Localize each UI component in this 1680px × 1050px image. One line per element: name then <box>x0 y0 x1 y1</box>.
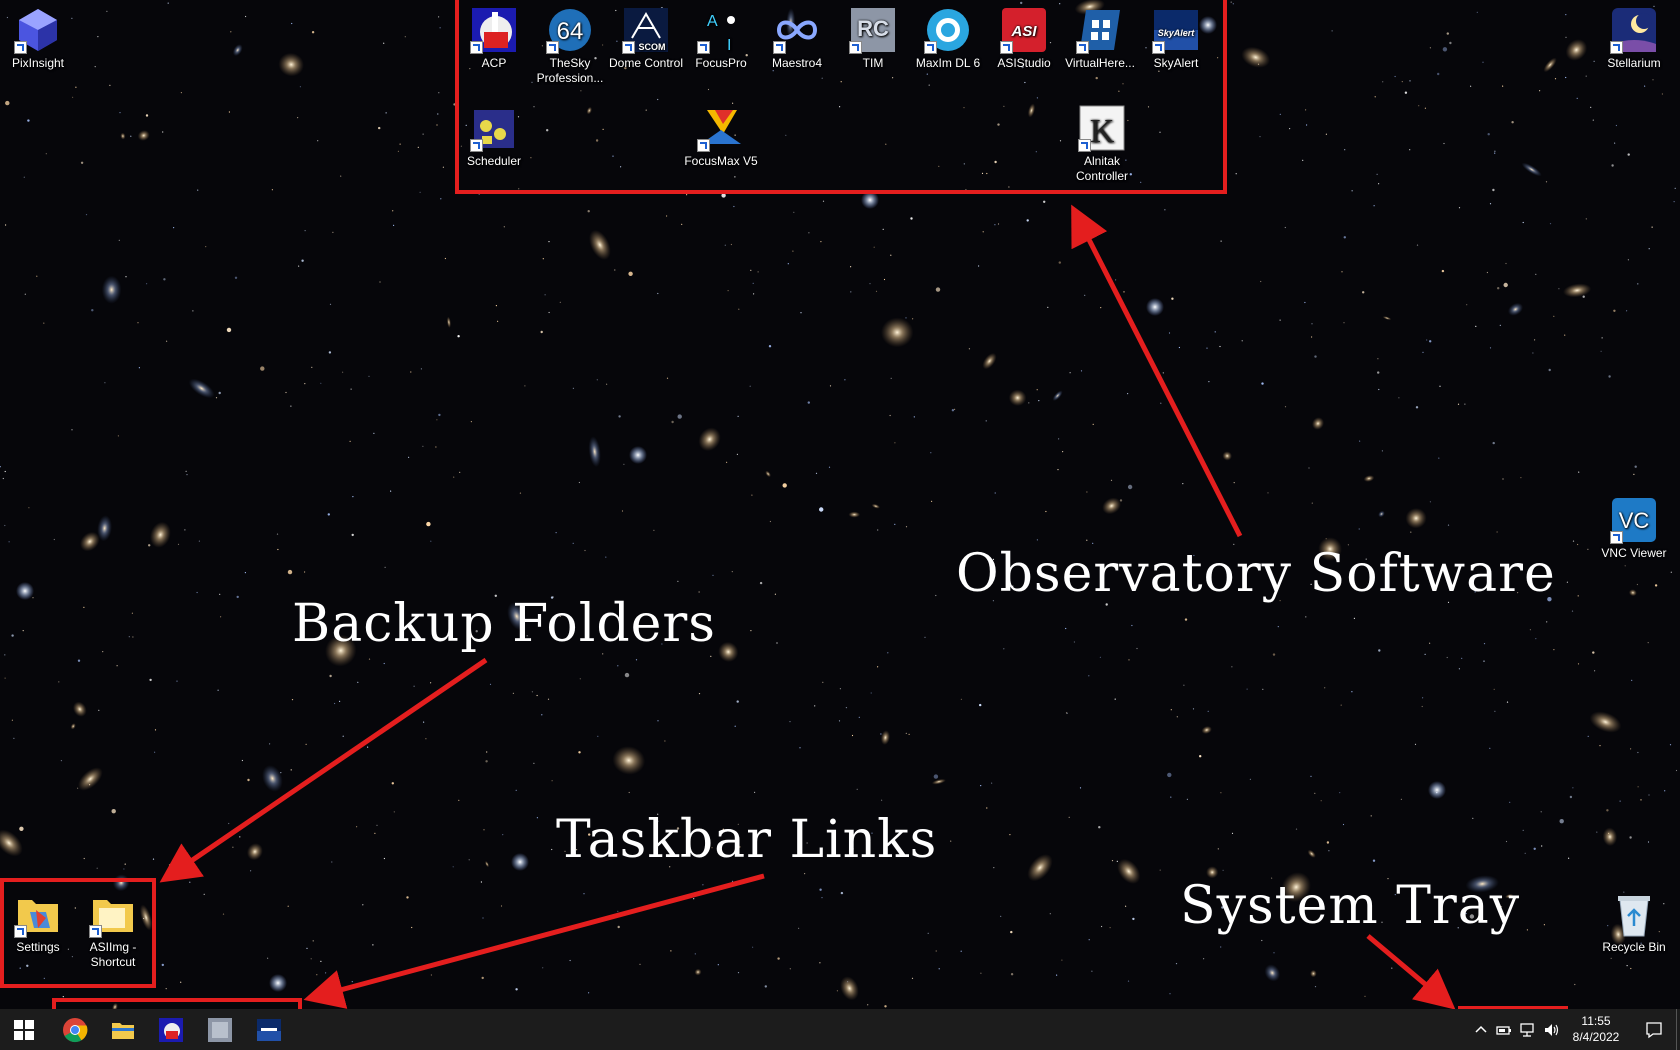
acp-icon <box>159 1017 183 1042</box>
tray-battery-power[interactable] <box>1492 1009 1516 1050</box>
taskbar-item-skyalert[interactable] <box>245 1009 293 1050</box>
skyalert-icon <box>257 1018 281 1041</box>
taskbar-clock[interactable]: 11:55 8/4/2022 <box>1572 1013 1620 1045</box>
tray-volume[interactable] <box>1540 1009 1564 1050</box>
taskbar-item-tim[interactable] <box>196 1009 244 1050</box>
observatory-highlight-box <box>455 0 1227 194</box>
desktop-icon-pixinsight[interactable]: PixInsight <box>0 6 78 71</box>
start-button[interactable] <box>0 1009 48 1050</box>
show-hidden-icons-button[interactable] <box>1470 1009 1492 1050</box>
taskbar-item-acp[interactable] <box>147 1009 195 1050</box>
desktop-icon-vnc-viewer[interactable]: VC VNC Viewer <box>1594 496 1674 561</box>
vnc-badge: VC <box>1619 508 1650 533</box>
vnc-viewer-icon: VC <box>1610 496 1658 544</box>
icon-label: Stellarium <box>1607 56 1661 70</box>
stellarium-icon <box>1610 6 1658 54</box>
action-center-button[interactable] <box>1634 1009 1674 1050</box>
clock-time: 11:55 <box>1581 1014 1611 1028</box>
clock-date: 8/4/2022 <box>1572 1030 1620 1044</box>
tim-icon <box>208 1017 232 1042</box>
power-plug-icon <box>1496 1025 1511 1035</box>
annotation-observatory-software: Observatory Software <box>956 544 1556 604</box>
desktop-icon-stellarium[interactable]: Stellarium <box>1594 6 1674 71</box>
show-desktop-divider[interactable] <box>1676 1009 1677 1050</box>
desktop-icon-recycle-bin[interactable]: Recycle Bin <box>1594 890 1674 955</box>
annotation-backup-folders: Backup Folders <box>292 594 716 654</box>
windows-logo-icon <box>14 1019 34 1040</box>
backup-highlight-box <box>0 878 156 988</box>
icon-label: PixInsight <box>11 56 65 70</box>
icon-label: Recycle Bin <box>1602 940 1666 954</box>
taskbar: 11:55 8/4/2022 <box>0 1009 1680 1050</box>
taskbar-item-file-explorer[interactable] <box>99 1009 147 1050</box>
tray-network[interactable] <box>1516 1009 1540 1050</box>
taskbar-item-chrome[interactable] <box>51 1009 99 1050</box>
folder-icon <box>112 1022 134 1039</box>
recycle-bin-icon <box>1610 890 1658 938</box>
pixinsight-icon <box>14 6 62 54</box>
notification-icon <box>1646 1021 1662 1038</box>
chrome-icon <box>63 1017 88 1042</box>
network-icon <box>1520 1022 1534 1037</box>
annotation-system-tray: System Tray <box>1180 876 1521 936</box>
annotation-taskbar-links: Taskbar Links <box>556 810 938 870</box>
chevron-up-icon <box>1475 1025 1487 1033</box>
icon-label: VNC Viewer <box>1601 546 1667 560</box>
speaker-icon <box>1545 1023 1559 1036</box>
